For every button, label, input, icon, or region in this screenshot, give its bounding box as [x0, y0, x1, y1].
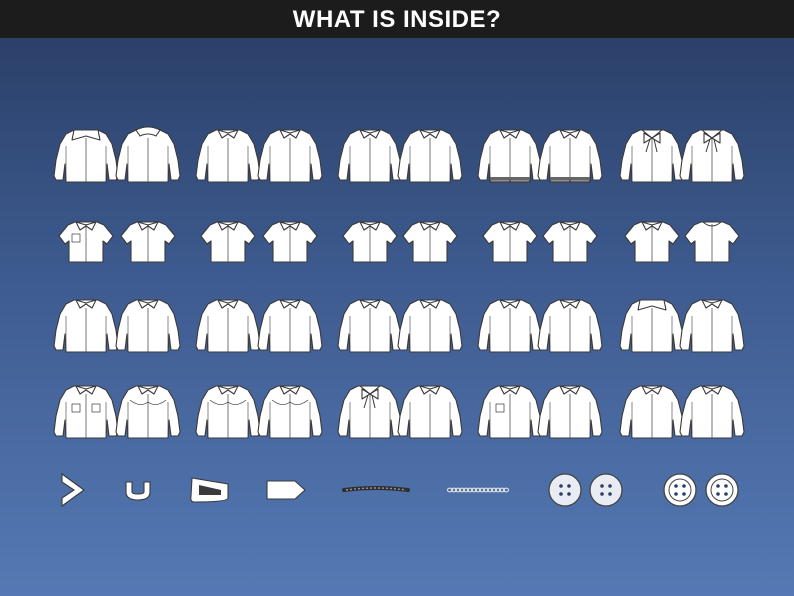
chain-trim — [446, 487, 510, 493]
shirt-long-plain — [537, 299, 603, 353]
shirt-short-plain — [200, 221, 256, 263]
shirt-long-plain — [195, 299, 261, 353]
shirt-long-plain — [537, 129, 603, 183]
page-title: WHAT IS INSIDE? — [0, 0, 794, 38]
shirt-long-bow — [619, 129, 685, 183]
shirt-long-plain — [337, 299, 403, 353]
shirt-short-plain — [402, 221, 458, 263]
shirt-long-plain — [397, 129, 463, 183]
shirt-long-plain — [619, 385, 685, 439]
label-tag — [266, 480, 306, 500]
garment-row-long-sleeve-classic — [53, 299, 745, 353]
shirt-short-plain — [262, 221, 318, 263]
shirt-long-plain — [477, 299, 543, 353]
shirt-long-plain — [257, 299, 323, 353]
shirt-short-plain — [120, 221, 176, 263]
button-4hole-gray — [548, 473, 582, 507]
garment-row-long-sleeve-oversized — [53, 126, 745, 183]
button-4hole-white-2 — [705, 473, 739, 507]
shirt-long-layered — [195, 129, 261, 183]
shirt-long-plain — [257, 129, 323, 183]
shirt-short-plain — [58, 221, 114, 263]
shirt-long-plain — [397, 385, 463, 439]
tab-strap — [190, 477, 229, 503]
shirt-long-plain — [679, 299, 745, 353]
loop-hook — [125, 481, 151, 501]
shirt-long-plain — [337, 129, 403, 183]
shirt-short-plain — [542, 221, 598, 263]
shirt-short-plain — [624, 221, 680, 263]
shirt-long-plain — [115, 299, 181, 353]
shirt-long-plain — [397, 299, 463, 353]
dart-chevron — [61, 472, 85, 508]
shirt-long-plain — [195, 385, 261, 439]
shirt-long-plain — [115, 385, 181, 439]
shirt-long-plain — [477, 129, 543, 183]
shirt-long-plain — [257, 385, 323, 439]
catalog-sheet — [53, 126, 745, 508]
shirt-short-round — [684, 221, 740, 263]
shirt-long-puff — [115, 126, 181, 183]
shirt-long-plain — [53, 385, 119, 439]
shirt-short-plain — [342, 221, 398, 263]
trims-row — [61, 472, 739, 508]
shirt-long-plain — [679, 385, 745, 439]
shirt-long-wide — [619, 299, 685, 353]
shirt-long-bow — [679, 129, 745, 183]
shirt-short-plain — [482, 221, 538, 263]
shirt-long-wide — [53, 129, 119, 183]
garment-row-long-sleeve-western — [53, 385, 745, 439]
button-4hole-gray-2 — [589, 473, 623, 507]
shirt-long-plain — [53, 299, 119, 353]
garment-row-short-sleeve — [58, 221, 740, 263]
shirt-long-plain — [477, 385, 543, 439]
shirt-long-bow — [337, 385, 403, 439]
braided-cord — [342, 486, 410, 492]
button-4hole-white — [663, 473, 697, 507]
shirt-long-plain — [537, 385, 603, 439]
